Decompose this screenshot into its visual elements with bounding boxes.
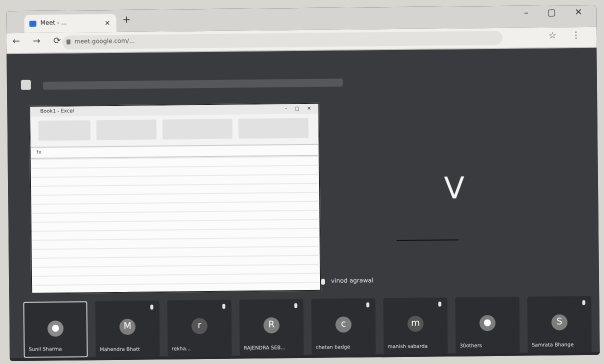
participant-avatar: S bbox=[551, 314, 568, 331]
nav-buttons-icon[interactable]: ← → ⟳ bbox=[12, 36, 65, 47]
shared-screen: Book1 - Excel – ▢ ✕ fx bbox=[29, 102, 322, 294]
mic-off-icon bbox=[366, 302, 370, 308]
top-info-bar bbox=[42, 78, 343, 90]
mic-off-icon bbox=[294, 303, 298, 309]
mic-off-icon bbox=[150, 304, 154, 310]
participant-group-icon: ● bbox=[479, 314, 496, 332]
meeting-stage: Book1 - Excel – ▢ ✕ fx V vinod agrawal ●… bbox=[6, 47, 600, 362]
participant-name: RAJENDRA SEB... bbox=[243, 345, 286, 352]
participant-name: rekha... bbox=[171, 346, 191, 353]
participant-name: Sunil Sharma bbox=[28, 346, 62, 353]
shared-window-title: Book1 - Excel bbox=[40, 108, 75, 115]
participant-avatar: R bbox=[263, 317, 280, 334]
close-tab-icon[interactable]: × bbox=[104, 14, 110, 32]
tab-title: Meet - ... bbox=[40, 19, 67, 27]
chat-icon[interactable] bbox=[20, 79, 32, 90]
participant-tile[interactable]: S Samrata Bhange bbox=[527, 295, 592, 353]
participant-avatar: M bbox=[119, 318, 136, 335]
ribbon-group bbox=[96, 119, 157, 141]
participant-name: 30others bbox=[459, 343, 483, 350]
participant-name: chetan badge bbox=[315, 344, 351, 351]
window-controls-icon[interactable]: – ▢ ✕ bbox=[524, 8, 590, 19]
ribbon-group bbox=[38, 120, 91, 141]
mic-icon bbox=[320, 278, 326, 285]
lock-icon bbox=[66, 39, 71, 45]
participant-tile[interactable]: R RAJENDRA SEB... bbox=[239, 299, 304, 356]
browser-toolbar-icons[interactable]: ☆ ⋮ bbox=[548, 31, 586, 41]
main-participant-name: vinod agrawal bbox=[330, 277, 374, 285]
mic-off-icon bbox=[438, 301, 442, 307]
shared-window-controls-icon: – ▢ ✕ bbox=[284, 105, 315, 113]
main-participant-label: vinod agrawal bbox=[320, 277, 374, 285]
meet-favicon-icon bbox=[29, 20, 37, 27]
main-participant-initial: V bbox=[443, 171, 465, 207]
new-tab-button[interactable]: + bbox=[122, 15, 131, 26]
address-bar[interactable]: meet.google.com/... bbox=[62, 30, 503, 50]
participant-tile[interactable]: r rekha... bbox=[167, 299, 232, 357]
participant-avatar: r bbox=[191, 318, 208, 335]
participant-tile[interactable]: c chetan badge bbox=[311, 298, 376, 355]
participant-tile[interactable]: M Mahendra Bhatt bbox=[95, 300, 160, 358]
participant-tile[interactable]: ● Sunil Sharma bbox=[23, 301, 88, 358]
screen-photo: Meet - ... × + – ▢ ✕ ← → ⟳ meet.google.c… bbox=[6, 4, 600, 362]
participant-name: Samrata Bhange bbox=[531, 342, 574, 349]
participant-tile[interactable]: m manish sabarda bbox=[383, 297, 448, 355]
ribbon-group bbox=[238, 117, 309, 139]
mic-off-icon bbox=[582, 300, 586, 306]
divider bbox=[396, 239, 459, 242]
excel-ribbon bbox=[30, 113, 319, 148]
participant-avatar: c bbox=[335, 316, 352, 333]
participant-avatar: m bbox=[407, 315, 424, 332]
browser-tab[interactable]: Meet - ... × bbox=[24, 13, 117, 33]
mic-off-icon bbox=[222, 303, 226, 309]
participant-name: Mahendra Bhatt bbox=[99, 346, 141, 354]
spreadsheet-grid bbox=[30, 155, 321, 292]
ribbon-group bbox=[162, 118, 233, 140]
participant-photo-icon: ● bbox=[47, 320, 64, 337]
address-text: meet.google.com/... bbox=[74, 37, 135, 46]
participant-name: manish sabarda bbox=[387, 343, 428, 351]
participant-tile[interactable]: ● 30others bbox=[455, 296, 520, 354]
participant-strip: ● Sunil Sharma M Mahendra Bhatt r rekha.… bbox=[9, 295, 600, 361]
